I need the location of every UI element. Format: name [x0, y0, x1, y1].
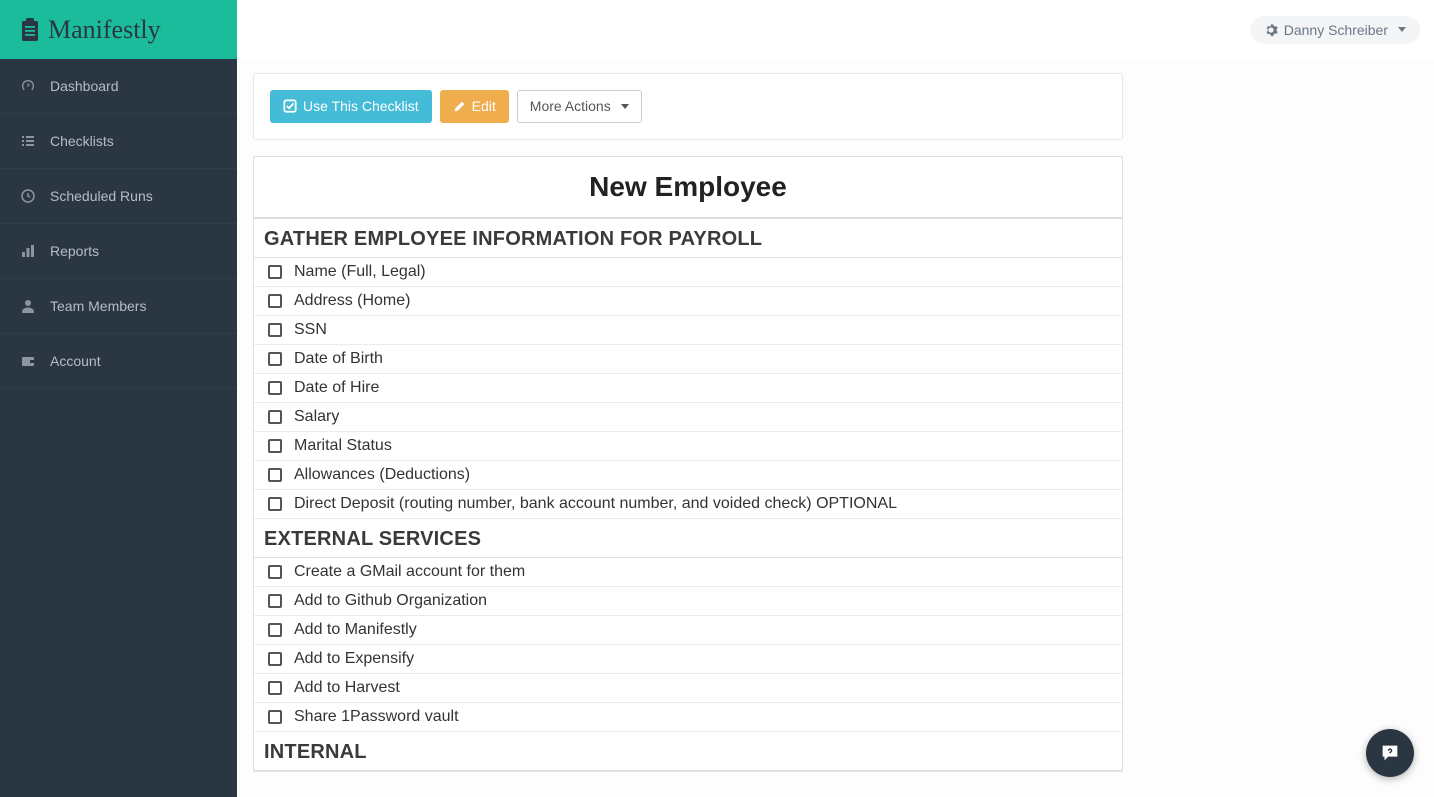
checkbox-icon[interactable] [268, 381, 282, 395]
more-actions-button[interactable]: More Actions [517, 90, 642, 123]
sidebar-item-label: Team Members [50, 298, 146, 314]
user-icon [20, 298, 36, 314]
list-icon [20, 133, 36, 149]
task-row[interactable]: Date of Hire [254, 374, 1122, 403]
task-label: Share 1Password vault [294, 708, 459, 726]
task-label: Allowances (Deductions) [294, 466, 470, 484]
checkbox-icon[interactable] [268, 594, 282, 608]
sidebar-item-dashboard[interactable]: Dashboard [0, 59, 237, 114]
sidebar-item-checklists[interactable]: Checklists [0, 114, 237, 169]
task-row[interactable]: Address (Home) [254, 287, 1122, 316]
checklist-card: New Employee GATHER EMPLOYEE INFORMATION… [253, 156, 1123, 772]
button-label: Use This Checklist [303, 98, 419, 115]
task-label: Date of Hire [294, 379, 379, 397]
checkbox-icon[interactable] [268, 265, 282, 279]
checkbox-icon[interactable] [268, 710, 282, 724]
sidebar-item-team-members[interactable]: Team Members [0, 279, 237, 334]
clipboard-icon [20, 18, 40, 42]
user-name: Danny Schreiber [1284, 22, 1388, 38]
task-label: Direct Deposit (routing number, bank acc… [294, 495, 897, 513]
checklist-title: New Employee [254, 157, 1122, 219]
task-row[interactable]: Add to Harvest [254, 674, 1122, 703]
checkbox-icon[interactable] [268, 497, 282, 511]
sidebar-item-reports[interactable]: Reports [0, 224, 237, 279]
task-row[interactable]: Add to Github Organization [254, 587, 1122, 616]
bar-chart-icon [20, 243, 36, 259]
checkbox-icon[interactable] [268, 652, 282, 666]
sidebar-item-label: Reports [50, 243, 99, 259]
pencil-icon [453, 100, 466, 113]
edit-button[interactable]: Edit [440, 90, 509, 123]
task-label: Add to Github Organization [294, 592, 487, 610]
sidebar-item-label: Checklists [50, 133, 114, 149]
sidebar-item-account[interactable]: Account [0, 334, 237, 389]
task-row[interactable]: Name (Full, Legal) [254, 258, 1122, 287]
app-root: Manifestly Dashboard Checklists Schedule… [0, 0, 1434, 797]
checkbox-icon[interactable] [268, 623, 282, 637]
checkbox-icon[interactable] [268, 352, 282, 366]
task-row[interactable]: SSN [254, 316, 1122, 345]
task-row[interactable]: Add to Manifestly [254, 616, 1122, 645]
task-label: SSN [294, 321, 327, 339]
task-row[interactable]: Add to Expensify [254, 645, 1122, 674]
sidebar-item-scheduled-runs[interactable]: Scheduled Runs [0, 169, 237, 224]
user-menu[interactable]: Danny Schreiber [1250, 16, 1420, 44]
task-label: Create a GMail account for them [294, 563, 525, 581]
sidebar-nav: Dashboard Checklists Scheduled Runs Repo… [0, 59, 237, 389]
task-row[interactable]: Share 1Password vault [254, 703, 1122, 732]
button-label: More Actions [530, 98, 611, 115]
checkbox-icon[interactable] [268, 565, 282, 579]
task-label: Marital Status [294, 437, 392, 455]
checklist-sections: GATHER EMPLOYEE INFORMATION FOR PAYROLL N… [254, 219, 1122, 771]
checkbox-icon[interactable] [268, 439, 282, 453]
sidebar-item-label: Dashboard [50, 78, 119, 94]
help-chat-button[interactable] [1366, 729, 1414, 777]
task-row[interactable]: Marital Status [254, 432, 1122, 461]
task-row[interactable]: Salary [254, 403, 1122, 432]
task-row[interactable]: Allowances (Deductions) [254, 461, 1122, 490]
gear-icon [1264, 23, 1278, 37]
task-label: Date of Birth [294, 350, 383, 368]
clock-icon [20, 188, 36, 204]
brand-name: Manifestly [48, 15, 161, 45]
task-label: Salary [294, 408, 339, 426]
chevron-down-icon [621, 104, 629, 109]
gauge-icon [20, 78, 36, 94]
chat-help-icon [1379, 742, 1401, 764]
checkbox-icon[interactable] [268, 468, 282, 482]
checkbox-icon[interactable] [268, 410, 282, 424]
task-label: Add to Expensify [294, 650, 414, 668]
section-header: GATHER EMPLOYEE INFORMATION FOR PAYROLL [254, 219, 1122, 258]
task-row[interactable]: Date of Birth [254, 345, 1122, 374]
content-scroll[interactable]: Use This Checklist Edit More Actions N [237, 59, 1434, 797]
content-inner: Use This Checklist Edit More Actions N [253, 73, 1123, 772]
task-label: Name (Full, Legal) [294, 263, 426, 281]
action-bar: Use This Checklist Edit More Actions [253, 73, 1123, 140]
section-header: EXTERNAL SERVICES [254, 519, 1122, 558]
use-checklist-button[interactable]: Use This Checklist [270, 90, 432, 123]
task-label: Add to Harvest [294, 679, 400, 697]
task-row[interactable]: Create a GMail account for them [254, 558, 1122, 587]
wallet-icon [20, 353, 36, 369]
checkbox-icon[interactable] [268, 294, 282, 308]
sidebar: Manifestly Dashboard Checklists Schedule… [0, 0, 237, 797]
task-row[interactable]: Direct Deposit (routing number, bank acc… [254, 490, 1122, 519]
sidebar-item-label: Scheduled Runs [50, 188, 153, 204]
task-label: Address (Home) [294, 292, 410, 310]
checkbox-icon[interactable] [268, 681, 282, 695]
chevron-down-icon [1398, 27, 1406, 32]
main-region: Danny Schreiber Use This Checklist [237, 0, 1434, 797]
button-label: Edit [472, 98, 496, 115]
checkbox-icon[interactable] [268, 323, 282, 337]
check-square-icon [283, 99, 297, 113]
section-header: INTERNAL [254, 732, 1122, 771]
task-label: Add to Manifestly [294, 621, 417, 639]
brand-header[interactable]: Manifestly [0, 0, 237, 59]
sidebar-item-label: Account [50, 353, 101, 369]
topbar: Danny Schreiber [237, 0, 1434, 59]
